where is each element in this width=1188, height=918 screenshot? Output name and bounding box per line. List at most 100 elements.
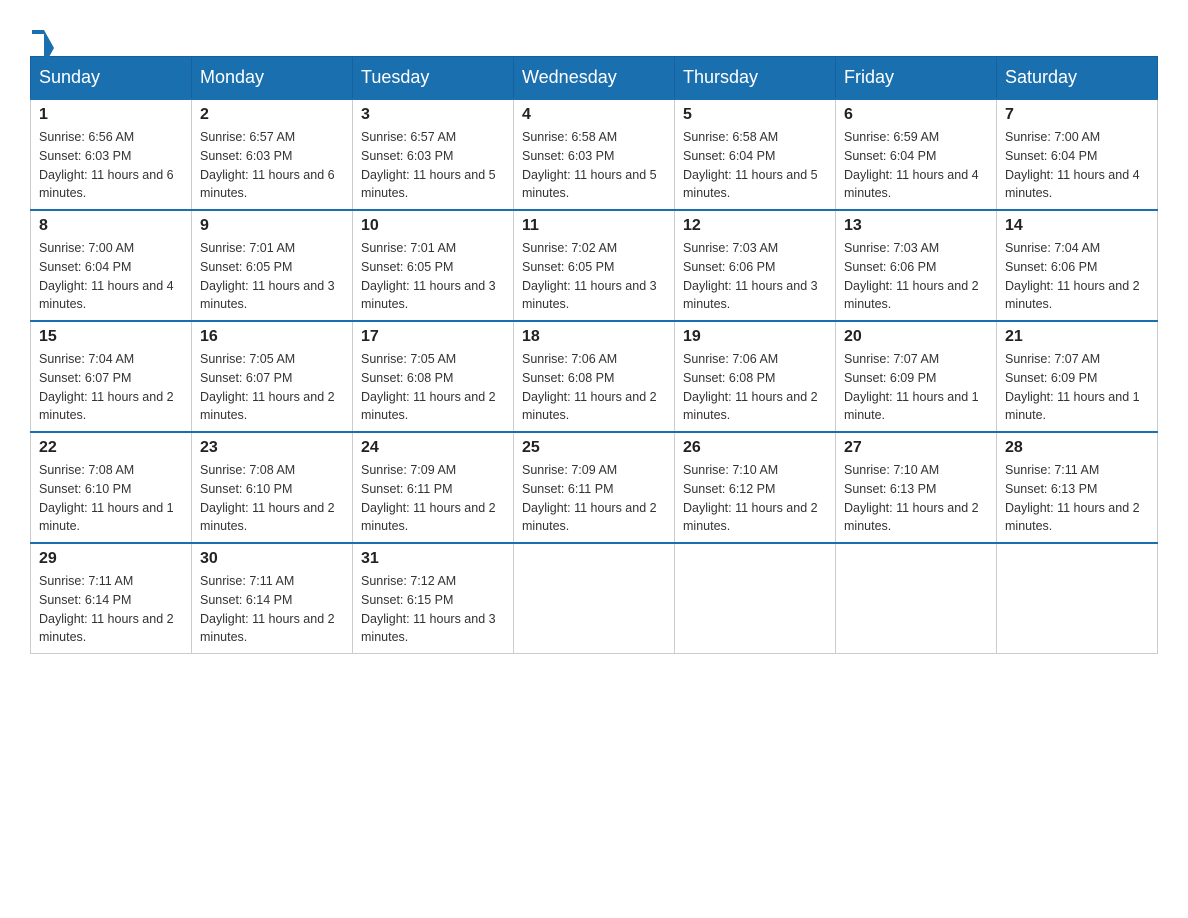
- calendar-cell: 11 Sunrise: 7:02 AMSunset: 6:05 PMDaylig…: [514, 210, 675, 321]
- day-info: Sunrise: 7:08 AMSunset: 6:10 PMDaylight:…: [200, 461, 344, 536]
- day-info: Sunrise: 7:09 AMSunset: 6:11 PMDaylight:…: [522, 461, 666, 536]
- day-number: 6: [844, 106, 988, 124]
- day-info: Sunrise: 6:56 AMSunset: 6:03 PMDaylight:…: [39, 128, 183, 203]
- day-info: Sunrise: 7:03 AMSunset: 6:06 PMDaylight:…: [683, 239, 827, 314]
- calendar-cell: 3 Sunrise: 6:57 AMSunset: 6:03 PMDayligh…: [353, 99, 514, 210]
- day-header-wednesday: Wednesday: [514, 57, 675, 100]
- calendar-cell: 15 Sunrise: 7:04 AMSunset: 6:07 PMDaylig…: [31, 321, 192, 432]
- day-number: 8: [39, 217, 183, 235]
- calendar-cell: 27 Sunrise: 7:10 AMSunset: 6:13 PMDaylig…: [836, 432, 997, 543]
- calendar-week-row: 22 Sunrise: 7:08 AMSunset: 6:10 PMDaylig…: [31, 432, 1158, 543]
- day-number: 27: [844, 439, 988, 457]
- day-info: Sunrise: 7:00 AMSunset: 6:04 PMDaylight:…: [1005, 128, 1149, 203]
- logo: [30, 30, 44, 36]
- day-header-friday: Friday: [836, 57, 997, 100]
- day-info: Sunrise: 7:04 AMSunset: 6:07 PMDaylight:…: [39, 350, 183, 425]
- day-info: Sunrise: 7:11 AMSunset: 6:13 PMDaylight:…: [1005, 461, 1149, 536]
- day-number: 28: [1005, 439, 1149, 457]
- day-number: 4: [522, 106, 666, 124]
- calendar-cell: [675, 543, 836, 654]
- calendar-cell: 18 Sunrise: 7:06 AMSunset: 6:08 PMDaylig…: [514, 321, 675, 432]
- day-info: Sunrise: 7:11 AMSunset: 6:14 PMDaylight:…: [200, 572, 344, 647]
- calendar-cell: 6 Sunrise: 6:59 AMSunset: 6:04 PMDayligh…: [836, 99, 997, 210]
- day-info: Sunrise: 7:06 AMSunset: 6:08 PMDaylight:…: [683, 350, 827, 425]
- day-info: Sunrise: 7:10 AMSunset: 6:12 PMDaylight:…: [683, 461, 827, 536]
- day-header-tuesday: Tuesday: [353, 57, 514, 100]
- calendar-cell: 25 Sunrise: 7:09 AMSunset: 6:11 PMDaylig…: [514, 432, 675, 543]
- day-number: 14: [1005, 217, 1149, 235]
- calendar-cell: 29 Sunrise: 7:11 AMSunset: 6:14 PMDaylig…: [31, 543, 192, 654]
- calendar-cell: 21 Sunrise: 7:07 AMSunset: 6:09 PMDaylig…: [997, 321, 1158, 432]
- day-number: 21: [1005, 328, 1149, 346]
- calendar-cell: 17 Sunrise: 7:05 AMSunset: 6:08 PMDaylig…: [353, 321, 514, 432]
- calendar-week-row: 1 Sunrise: 6:56 AMSunset: 6:03 PMDayligh…: [31, 99, 1158, 210]
- page-header: [30, 30, 1158, 36]
- day-header-sunday: Sunday: [31, 57, 192, 100]
- day-number: 12: [683, 217, 827, 235]
- day-header-saturday: Saturday: [997, 57, 1158, 100]
- day-number: 24: [361, 439, 505, 457]
- day-number: 10: [361, 217, 505, 235]
- day-number: 31: [361, 550, 505, 568]
- calendar-cell: 7 Sunrise: 7:00 AMSunset: 6:04 PMDayligh…: [997, 99, 1158, 210]
- day-number: 19: [683, 328, 827, 346]
- day-number: 2: [200, 106, 344, 124]
- day-info: Sunrise: 7:00 AMSunset: 6:04 PMDaylight:…: [39, 239, 183, 314]
- calendar-cell: 10 Sunrise: 7:01 AMSunset: 6:05 PMDaylig…: [353, 210, 514, 321]
- calendar-cell: 1 Sunrise: 6:56 AMSunset: 6:03 PMDayligh…: [31, 99, 192, 210]
- calendar-cell: 16 Sunrise: 7:05 AMSunset: 6:07 PMDaylig…: [192, 321, 353, 432]
- day-number: 16: [200, 328, 344, 346]
- calendar-table: SundayMondayTuesdayWednesdayThursdayFrid…: [30, 56, 1158, 654]
- calendar-cell: 9 Sunrise: 7:01 AMSunset: 6:05 PMDayligh…: [192, 210, 353, 321]
- day-number: 5: [683, 106, 827, 124]
- calendar-week-row: 15 Sunrise: 7:04 AMSunset: 6:07 PMDaylig…: [31, 321, 1158, 432]
- calendar-cell: 31 Sunrise: 7:12 AMSunset: 6:15 PMDaylig…: [353, 543, 514, 654]
- day-number: 9: [200, 217, 344, 235]
- day-number: 29: [39, 550, 183, 568]
- day-number: 23: [200, 439, 344, 457]
- calendar-cell: [997, 543, 1158, 654]
- calendar-week-row: 8 Sunrise: 7:00 AMSunset: 6:04 PMDayligh…: [31, 210, 1158, 321]
- day-number: 26: [683, 439, 827, 457]
- day-info: Sunrise: 7:01 AMSunset: 6:05 PMDaylight:…: [200, 239, 344, 314]
- calendar-cell: [836, 543, 997, 654]
- calendar-cell: 22 Sunrise: 7:08 AMSunset: 6:10 PMDaylig…: [31, 432, 192, 543]
- day-number: 11: [522, 217, 666, 235]
- day-info: Sunrise: 7:03 AMSunset: 6:06 PMDaylight:…: [844, 239, 988, 314]
- day-info: Sunrise: 6:58 AMSunset: 6:03 PMDaylight:…: [522, 128, 666, 203]
- day-info: Sunrise: 6:58 AMSunset: 6:04 PMDaylight:…: [683, 128, 827, 203]
- calendar-cell: 13 Sunrise: 7:03 AMSunset: 6:06 PMDaylig…: [836, 210, 997, 321]
- day-info: Sunrise: 6:59 AMSunset: 6:04 PMDaylight:…: [844, 128, 988, 203]
- day-number: 13: [844, 217, 988, 235]
- day-number: 18: [522, 328, 666, 346]
- day-info: Sunrise: 7:06 AMSunset: 6:08 PMDaylight:…: [522, 350, 666, 425]
- calendar-cell: [514, 543, 675, 654]
- calendar-header-row: SundayMondayTuesdayWednesdayThursdayFrid…: [31, 57, 1158, 100]
- calendar-cell: 2 Sunrise: 6:57 AMSunset: 6:03 PMDayligh…: [192, 99, 353, 210]
- day-header-thursday: Thursday: [675, 57, 836, 100]
- day-info: Sunrise: 7:05 AMSunset: 6:07 PMDaylight:…: [200, 350, 344, 425]
- calendar-week-row: 29 Sunrise: 7:11 AMSunset: 6:14 PMDaylig…: [31, 543, 1158, 654]
- day-info: Sunrise: 7:10 AMSunset: 6:13 PMDaylight:…: [844, 461, 988, 536]
- day-info: Sunrise: 7:12 AMSunset: 6:15 PMDaylight:…: [361, 572, 505, 647]
- calendar-cell: 19 Sunrise: 7:06 AMSunset: 6:08 PMDaylig…: [675, 321, 836, 432]
- day-info: Sunrise: 7:11 AMSunset: 6:14 PMDaylight:…: [39, 572, 183, 647]
- day-info: Sunrise: 7:04 AMSunset: 6:06 PMDaylight:…: [1005, 239, 1149, 314]
- day-info: Sunrise: 7:09 AMSunset: 6:11 PMDaylight:…: [361, 461, 505, 536]
- day-header-monday: Monday: [192, 57, 353, 100]
- calendar-cell: 20 Sunrise: 7:07 AMSunset: 6:09 PMDaylig…: [836, 321, 997, 432]
- calendar-cell: 23 Sunrise: 7:08 AMSunset: 6:10 PMDaylig…: [192, 432, 353, 543]
- day-number: 25: [522, 439, 666, 457]
- day-info: Sunrise: 7:07 AMSunset: 6:09 PMDaylight:…: [1005, 350, 1149, 425]
- day-info: Sunrise: 7:05 AMSunset: 6:08 PMDaylight:…: [361, 350, 505, 425]
- calendar-cell: 8 Sunrise: 7:00 AMSunset: 6:04 PMDayligh…: [31, 210, 192, 321]
- day-number: 17: [361, 328, 505, 346]
- day-number: 22: [39, 439, 183, 457]
- calendar-cell: 12 Sunrise: 7:03 AMSunset: 6:06 PMDaylig…: [675, 210, 836, 321]
- day-info: Sunrise: 7:01 AMSunset: 6:05 PMDaylight:…: [361, 239, 505, 314]
- day-number: 30: [200, 550, 344, 568]
- calendar-cell: 5 Sunrise: 6:58 AMSunset: 6:04 PMDayligh…: [675, 99, 836, 210]
- day-number: 20: [844, 328, 988, 346]
- calendar-cell: 14 Sunrise: 7:04 AMSunset: 6:06 PMDaylig…: [997, 210, 1158, 321]
- day-number: 3: [361, 106, 505, 124]
